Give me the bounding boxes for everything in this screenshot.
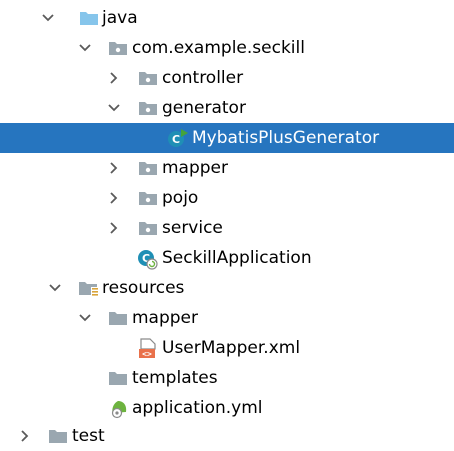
java-class-icon: C: [167, 128, 188, 148]
chevron-down-icon[interactable]: [75, 303, 95, 333]
folder-icon: [108, 308, 128, 328]
tree-node-label: SeckillApplication: [162, 248, 312, 268]
chevron-down-icon[interactable]: [75, 33, 95, 63]
chevron-right-icon[interactable]: [104, 153, 124, 183]
tree-node-mybatisplusgenerator[interactable]: C MybatisPlusGenerator: [0, 123, 454, 153]
tree-node-mapper[interactable]: mapper: [0, 153, 454, 183]
tree-node-package-root[interactable]: com.example.seckill: [0, 33, 454, 63]
package-icon: [138, 218, 158, 238]
tree-node-java[interactable]: java: [0, 3, 454, 33]
chevron-down-icon[interactable]: [104, 93, 124, 123]
chevron-right-icon[interactable]: [104, 213, 124, 243]
svg-text:<>: <>: [142, 350, 152, 359]
tree-node-label: MybatisPlusGenerator: [192, 128, 380, 148]
tree-node-label: application.yml: [132, 398, 263, 418]
tree-node-templates[interactable]: templates: [0, 363, 454, 393]
tree-node-seckillapplication[interactable]: C SeckillApplication: [0, 243, 454, 273]
package-icon: [138, 158, 158, 178]
package-icon: [138, 188, 158, 208]
tree-node-label: mapper: [162, 158, 229, 178]
package-icon: [108, 38, 128, 58]
tree-node-pojo[interactable]: pojo: [0, 183, 454, 213]
chevron-right-icon[interactable]: [104, 183, 124, 213]
tree-node-label: com.example.seckill: [132, 38, 305, 58]
source-folder-icon: [79, 8, 99, 28]
chevron-down-icon[interactable]: [45, 273, 65, 303]
tree-node-controller[interactable]: controller: [0, 63, 454, 93]
spring-config-icon: [108, 398, 128, 419]
tree-node-label: generator: [162, 98, 246, 118]
tree-node-label: mapper: [132, 308, 199, 328]
tree-node-label: UserMapper.xml: [162, 338, 301, 358]
resources-folder-icon: [78, 278, 99, 298]
chevron-right-icon[interactable]: [15, 421, 35, 451]
chevron-right-icon[interactable]: [104, 63, 124, 93]
project-tree: java com.example.seckill controller gene…: [0, 0, 454, 446]
tree-node-label: controller: [162, 68, 244, 88]
package-icon: [138, 68, 158, 88]
tree-node-label: templates: [132, 368, 218, 388]
tree-node-resources[interactable]: resources: [0, 273, 454, 303]
tree-node-label: pojo: [162, 188, 199, 208]
tree-node-label: java: [102, 8, 138, 28]
svg-text:C: C: [172, 133, 180, 146]
tree-node-generator[interactable]: generator: [0, 93, 454, 123]
tree-node-usermapper-xml[interactable]: <> UserMapper.xml: [0, 333, 454, 363]
tree-node-label: service: [162, 218, 223, 238]
xml-file-icon: <>: [137, 338, 157, 359]
package-icon: [138, 98, 158, 118]
tree-node-resources-mapper[interactable]: mapper: [0, 303, 454, 333]
tree-node-service[interactable]: service: [0, 213, 454, 243]
tree-node-label: test: [72, 426, 105, 446]
spring-boot-app-icon: C: [137, 248, 158, 270]
tree-node-application-yml[interactable]: application.yml: [0, 393, 454, 423]
chevron-down-icon[interactable]: [38, 3, 58, 33]
tree-node-test[interactable]: test: [0, 421, 454, 451]
folder-icon: [48, 426, 68, 446]
tree-node-label: resources: [102, 278, 185, 298]
folder-icon: [108, 368, 128, 388]
